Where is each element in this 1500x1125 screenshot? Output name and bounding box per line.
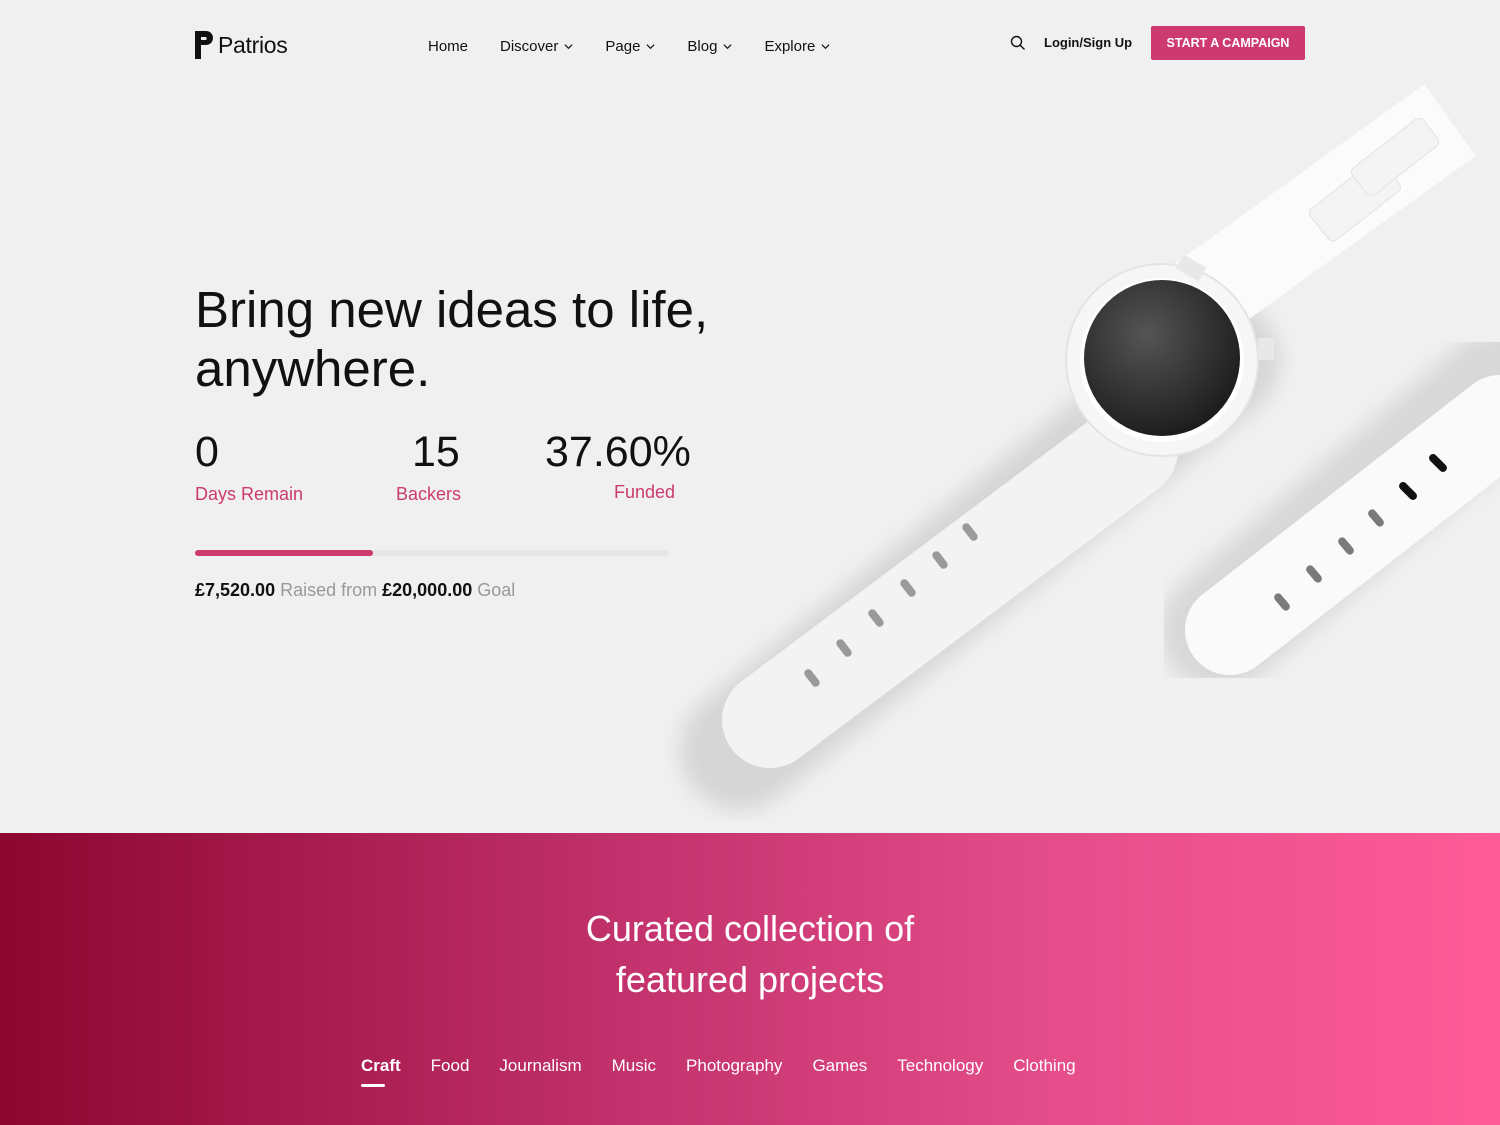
nav-item-label: Home: [428, 38, 469, 55]
search-icon[interactable]: [1010, 35, 1026, 51]
raised-amount: £7,520.00: [195, 580, 276, 600]
stat-days-value: 0: [195, 428, 219, 476]
stat-funded-value: 37.60%: [545, 428, 691, 476]
main-nav: Home Discover Page Blog Explore: [428, 38, 830, 55]
nav-item-explore[interactable]: Explore: [764, 38, 830, 55]
category-tabs: Craft Food Journalism Music Photography Games…: [361, 1056, 1076, 1087]
nav-item-label: Explore: [764, 38, 816, 55]
raised-summary: £7,520.00 Raised from £20,000.00 Goal: [195, 580, 515, 601]
stat-days-label: Days Remain: [195, 484, 304, 504]
funding-progress-fill: [195, 550, 374, 556]
nav-item-discover[interactable]: Discover: [500, 38, 573, 55]
logo[interactable]: Patrios: [195, 31, 288, 59]
nav-item-blog[interactable]: Blog: [687, 38, 732, 55]
nav-item-label: Discover: [500, 38, 559, 55]
stat-backers-label: Backers: [396, 484, 462, 504]
chevron-down-icon: [646, 44, 655, 50]
stat-funded-label: Funded: [614, 482, 676, 502]
nav-item-page[interactable]: Page: [605, 38, 655, 55]
goal-text: Goal: [477, 580, 516, 600]
tab-music[interactable]: Music: [612, 1056, 656, 1086]
funding-progress-bar: [195, 550, 669, 556]
featured-title-text: Curated collection of featured projects: [585, 908, 915, 1000]
goal-amount: £20,000.00: [382, 580, 473, 600]
raised-text: Raised from: [280, 580, 378, 600]
tab-craft[interactable]: Craft: [361, 1056, 401, 1087]
tab-food[interactable]: Food: [431, 1056, 470, 1086]
tab-games[interactable]: Games: [812, 1056, 867, 1086]
smartwatch-image: [680, 84, 1500, 810]
logo-text: Patrios: [218, 31, 288, 58]
tab-technology[interactable]: Technology: [897, 1056, 983, 1086]
login-signup-link[interactable]: Login/Sign Up: [1044, 35, 1132, 50]
chevron-down-icon: [723, 44, 732, 50]
hero-title: Bring new ideas to life, anywhere.: [195, 281, 709, 397]
tab-photography[interactable]: Photography: [686, 1056, 782, 1086]
tab-journalism[interactable]: Journalism: [499, 1056, 581, 1086]
nav-item-home[interactable]: Home: [428, 38, 468, 55]
nav-item-label: Blog: [687, 38, 718, 55]
tab-clothing[interactable]: Clothing: [1013, 1056, 1075, 1086]
stat-backers-value: 15: [412, 428, 460, 476]
start-campaign-button[interactable]: START A CAMPAIGN: [1151, 26, 1305, 60]
nav-item-label: Page: [605, 38, 641, 55]
chevron-down-icon: [821, 44, 830, 50]
chevron-down-icon: [564, 44, 573, 50]
featured-title: Curated collection of featured projects: [0, 903, 1500, 1005]
logo-mark-icon: [195, 31, 213, 59]
